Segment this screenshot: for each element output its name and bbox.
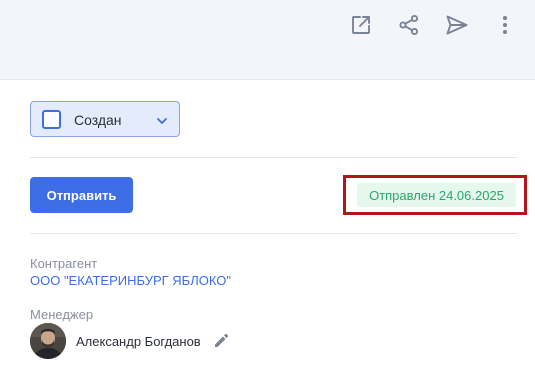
header-bar — [0, 0, 535, 80]
share-icon[interactable] — [387, 12, 431, 38]
divider — [30, 157, 517, 158]
send-icon[interactable] — [435, 12, 479, 38]
chevron-down-icon — [156, 114, 168, 132]
header-actions — [339, 12, 527, 38]
status-select[interactable]: Создан — [30, 101, 180, 137]
counterparty-label: Контрагент — [30, 256, 98, 271]
manager-name: Александр Богданов — [76, 333, 201, 349]
more-vertical-icon[interactable] — [483, 12, 527, 38]
status-select-value: Создан — [74, 112, 122, 128]
status-checkbox[interactable] — [42, 110, 61, 129]
sent-status-badge: Отправлен 24.06.2025 — [357, 183, 516, 207]
send-button[interactable]: Отправить — [30, 177, 133, 213]
counterparty-link[interactable]: ООО "ЕКАТЕРИНБУРГ ЯБЛОКО" — [30, 273, 231, 288]
manager-label: Менеджер — [30, 307, 94, 322]
manager-row: Александр Богданов — [30, 323, 231, 359]
divider — [30, 233, 517, 234]
external-link-icon[interactable] — [339, 12, 383, 38]
avatar — [30, 323, 66, 359]
pencil-icon[interactable] — [211, 331, 231, 351]
